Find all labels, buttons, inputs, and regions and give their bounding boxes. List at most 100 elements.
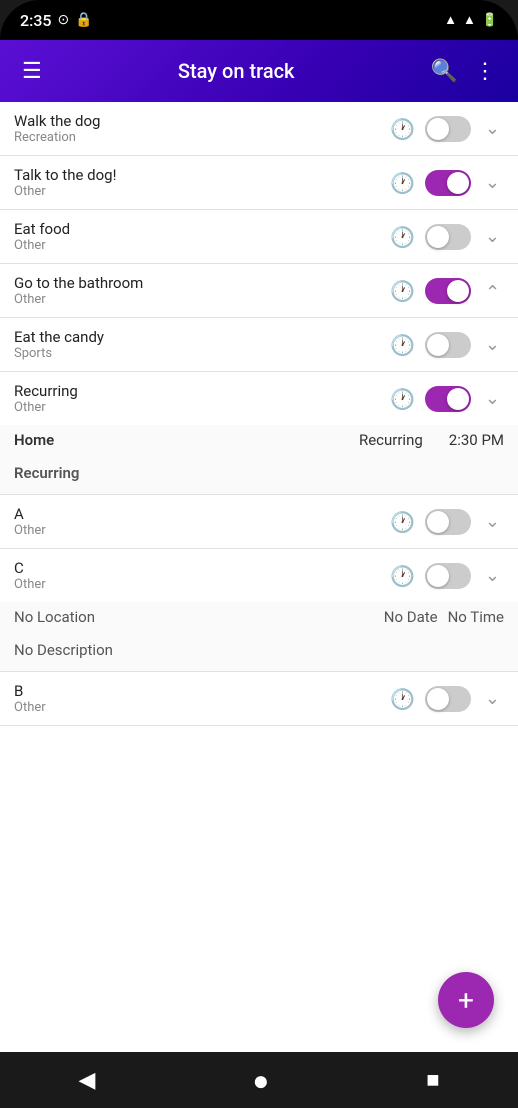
task-category: Other xyxy=(14,238,390,253)
time-value: 2:30 PM xyxy=(449,431,504,449)
menu-icon[interactable]: ☰ xyxy=(14,51,50,92)
status-left: 2:35 ⊙ 🔒 xyxy=(20,11,93,30)
task-controls: 🕐 ⌄ xyxy=(390,224,504,250)
task-info: Eat the candy Sports xyxy=(14,328,390,361)
chevron-down-icon[interactable]: ⌄ xyxy=(481,386,504,411)
task-category: Other xyxy=(14,400,390,415)
status-icon-2: 🔒 xyxy=(75,12,92,28)
chevron-down-icon[interactable]: ⌄ xyxy=(481,563,504,588)
task-name: Eat the candy xyxy=(14,328,390,346)
status-time: 2:35 xyxy=(20,11,52,30)
task-item-a: A Other 🕐 ⌄ xyxy=(0,495,518,549)
task-controls: 🕐 ⌄ xyxy=(390,509,504,535)
toggle-b[interactable] xyxy=(425,686,471,712)
no-location-label: No Location xyxy=(14,608,95,626)
task-expanded-row: Home Recurring 2:30 PM xyxy=(0,425,518,461)
task-row: A Other 🕐 ⌄ xyxy=(0,495,518,548)
battery-icon: 🔋 xyxy=(482,13,498,28)
task-controls: 🕐 ⌄ xyxy=(390,278,504,304)
task-name: C xyxy=(14,559,390,577)
task-info: Go to the bathroom Other xyxy=(14,274,390,307)
clock-icon[interactable]: 🕐 xyxy=(390,387,415,411)
task-expanded-row: No Location No Date No Time xyxy=(0,602,518,638)
recents-button[interactable]: ■ xyxy=(406,1059,459,1101)
back-button[interactable]: ◀ xyxy=(58,1060,115,1101)
chevron-down-icon[interactable]: ⌄ xyxy=(481,686,504,711)
task-item-recurring: Recurring Other 🕐 ⌄ Home Recurring 2:30 … xyxy=(0,372,518,495)
chevron-down-icon[interactable]: ⌄ xyxy=(481,116,504,141)
task-category: Other xyxy=(14,577,390,592)
task-item-bathroom: Go to the bathroom Other 🕐 ⌄ xyxy=(0,264,518,318)
task-controls: 🕐 ⌄ xyxy=(390,386,504,412)
task-row: Recurring Other 🕐 ⌄ xyxy=(0,372,518,425)
task-category: Recreation xyxy=(14,130,390,145)
task-row: B Other 🕐 ⌄ xyxy=(0,672,518,725)
task-name: Recurring xyxy=(14,382,390,400)
app-bar: ☰ Stay on track 🔍 ⋮ xyxy=(0,40,518,102)
search-icon[interactable]: 🔍 xyxy=(423,51,466,92)
status-icon-1: ⊙ xyxy=(58,12,70,28)
clock-icon[interactable]: 🕐 xyxy=(390,171,415,195)
chevron-down-icon[interactable]: ⌄ xyxy=(481,224,504,249)
task-item-eat-food: Eat food Other 🕐 ⌄ xyxy=(0,210,518,264)
clock-icon[interactable]: 🕐 xyxy=(390,510,415,534)
task-row: Go to the bathroom Other 🕐 ⌄ xyxy=(0,264,518,317)
task-item-talk-to-dog: Talk to the dog! Other 🕐 ⌄ xyxy=(0,156,518,210)
toggle-talk-to-dog[interactable] xyxy=(425,170,471,196)
bottom-navigation: ◀ ● ■ xyxy=(0,1052,518,1108)
clock-icon[interactable]: 🕐 xyxy=(390,117,415,141)
task-controls: 🕐 ⌄ xyxy=(390,563,504,589)
task-controls: 🕐 ⌄ xyxy=(390,332,504,358)
toggle-walk-the-dog[interactable] xyxy=(425,116,471,142)
recurring-label: Recurring xyxy=(14,464,79,482)
task-name: Go to the bathroom xyxy=(14,274,390,292)
task-category: Other xyxy=(14,700,390,715)
clock-icon[interactable]: 🕐 xyxy=(390,333,415,357)
toggle-recurring[interactable] xyxy=(425,386,471,412)
toggle-a[interactable] xyxy=(425,509,471,535)
task-info: Talk to the dog! Other xyxy=(14,166,390,199)
task-name: Eat food xyxy=(14,220,390,238)
clock-icon[interactable]: 🕐 xyxy=(390,564,415,588)
add-icon: + xyxy=(458,984,474,1017)
task-info: A Other xyxy=(14,505,390,538)
chevron-down-icon[interactable]: ⌄ xyxy=(481,509,504,534)
clock-icon[interactable]: 🕐 xyxy=(390,279,415,303)
chevron-up-icon[interactable]: ⌄ xyxy=(481,278,504,303)
task-row: Walk the dog Recreation 🕐 ⌄ xyxy=(0,102,518,155)
home-button[interactable]: ● xyxy=(232,1056,289,1105)
task-category: Other xyxy=(14,292,390,307)
app-title: Stay on track xyxy=(50,59,423,83)
task-expanded-extra: No Description xyxy=(0,638,518,671)
more-icon[interactable]: ⋮ xyxy=(466,51,504,92)
toggle-bathroom[interactable] xyxy=(425,278,471,304)
task-item-walk-the-dog: Walk the dog Recreation 🕐 ⌄ xyxy=(0,102,518,156)
task-row: Eat the candy Sports 🕐 ⌄ xyxy=(0,318,518,371)
task-item-eat-candy: Eat the candy Sports 🕐 ⌄ xyxy=(0,318,518,372)
status-bar: 2:35 ⊙ 🔒 ▲ ▲ 🔋 xyxy=(0,0,518,40)
no-time-value: No Time xyxy=(448,608,504,626)
task-item-b: B Other 🕐 ⌄ xyxy=(0,672,518,726)
task-info: Recurring Other xyxy=(14,382,390,415)
chevron-down-icon[interactable]: ⌄ xyxy=(481,170,504,195)
task-name: Walk the dog xyxy=(14,112,390,130)
task-info: Eat food Other xyxy=(14,220,390,253)
status-icons: ▲ ▲ 🔋 xyxy=(444,12,498,28)
toggle-c[interactable] xyxy=(425,563,471,589)
add-task-fab[interactable]: + xyxy=(438,972,494,1028)
signal-icon: ▲ xyxy=(463,12,476,28)
task-category: Sports xyxy=(14,346,390,361)
task-controls: 🕐 ⌄ xyxy=(390,116,504,142)
location-label: Home xyxy=(14,431,54,449)
task-info: B Other xyxy=(14,682,390,715)
toggle-eat-candy[interactable] xyxy=(425,332,471,358)
task-name: A xyxy=(14,505,390,523)
task-row: Eat food Other 🕐 ⌄ xyxy=(0,210,518,263)
clock-icon[interactable]: 🕐 xyxy=(390,225,415,249)
toggle-eat-food[interactable] xyxy=(425,224,471,250)
clock-icon[interactable]: 🕐 xyxy=(390,687,415,711)
task-info: Walk the dog Recreation xyxy=(14,112,390,145)
no-date-value: No Date xyxy=(384,608,438,626)
task-row: Talk to the dog! Other 🕐 ⌄ xyxy=(0,156,518,209)
chevron-down-icon[interactable]: ⌄ xyxy=(481,332,504,357)
